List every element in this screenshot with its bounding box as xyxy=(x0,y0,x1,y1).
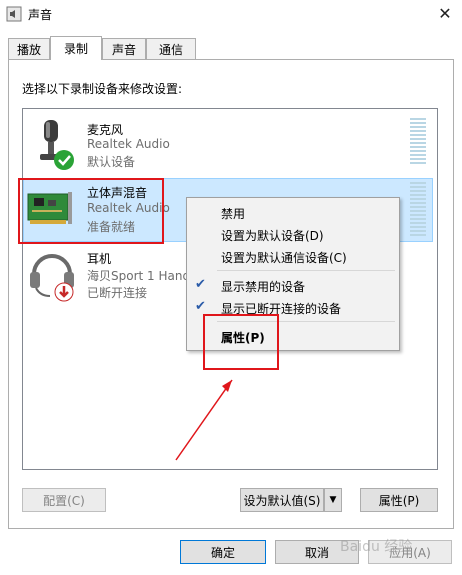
menu-item-show-disabled[interactable]: 显示禁用的设备 xyxy=(221,278,305,295)
check-icon: ✔ xyxy=(195,277,206,292)
device-name: 耳机 xyxy=(87,252,112,266)
annotation-box xyxy=(18,178,164,244)
level-meter xyxy=(410,182,426,238)
tab-communications[interactable]: 通信 xyxy=(146,38,196,59)
check-icon: ✔ xyxy=(195,299,206,314)
set-default-dropdown[interactable]: ▼ xyxy=(324,488,342,512)
watermark: Baidu 经验 xyxy=(340,539,413,555)
annotation-arrow xyxy=(175,379,233,461)
list-item-microphone[interactable] xyxy=(28,116,408,172)
microphone-icon xyxy=(30,118,78,172)
annotation-box xyxy=(203,314,279,370)
device-name: 麦克风 xyxy=(87,123,124,137)
properties-button[interactable]: 属性(P) xyxy=(360,488,438,512)
menu-separator xyxy=(217,270,395,271)
device-status: 默认设备 xyxy=(87,155,136,169)
close-button[interactable]: ✕ xyxy=(432,2,458,24)
chevron-down-icon: ▼ xyxy=(329,495,337,505)
close-icon: ✕ xyxy=(438,3,452,23)
configure-button[interactable]: 配置(C) xyxy=(22,488,106,512)
menu-item-disable[interactable]: 禁用 xyxy=(221,205,245,222)
device-driver: Realtek Audio xyxy=(87,137,170,151)
menu-item-set-default-comm[interactable]: 设置为默认通信设备(C) xyxy=(221,249,347,266)
speaker-icon xyxy=(6,6,22,22)
title-bar xyxy=(0,0,462,28)
device-status: 已断开连接 xyxy=(87,286,148,300)
tab-sounds[interactable]: 声音 xyxy=(102,38,146,59)
window-title: 声音 xyxy=(28,8,53,22)
level-meter xyxy=(410,118,426,166)
ok-button[interactable]: 确定 xyxy=(180,540,266,564)
set-default-button[interactable]: 设为默认值(S) xyxy=(240,488,324,512)
instruction-text: 选择以下录制设备来修改设置: xyxy=(22,82,183,96)
tab-playback[interactable]: 播放 xyxy=(8,38,50,59)
menu-item-set-default[interactable]: 设置为默认设备(D) xyxy=(221,227,324,244)
device-driver: 海贝Sport 1 Hand xyxy=(87,269,191,283)
headset-icon xyxy=(26,248,78,302)
tab-recording[interactable]: 录制 xyxy=(50,36,102,60)
